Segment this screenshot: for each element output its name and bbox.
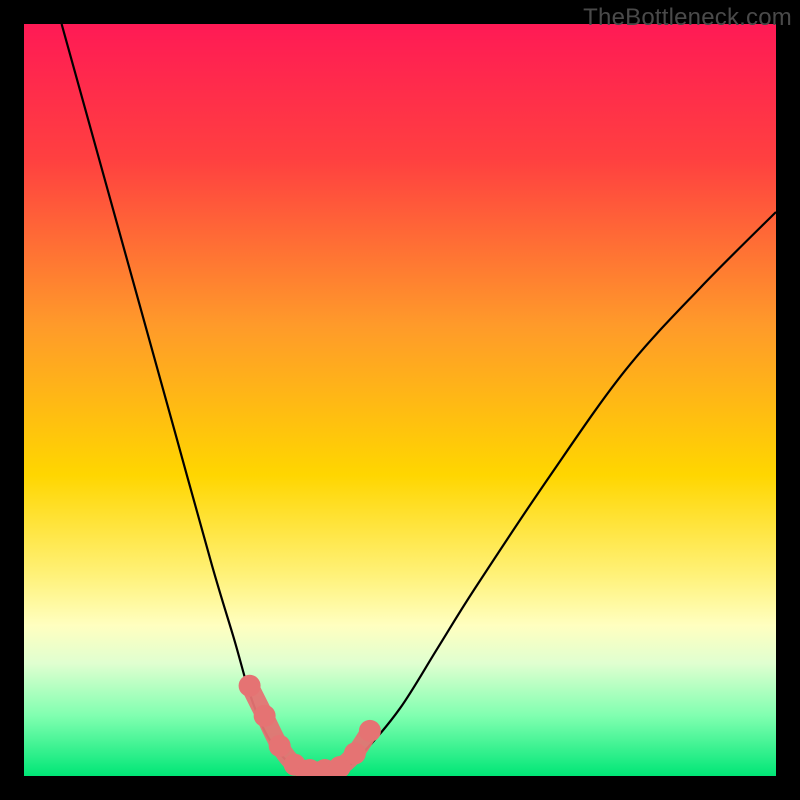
marker-dot — [269, 735, 291, 757]
marker-dot — [239, 675, 261, 697]
marker-dot — [344, 742, 366, 764]
marker-dot — [254, 705, 276, 727]
gradient-background — [24, 24, 776, 776]
bottleneck-chart — [24, 24, 776, 776]
watermark-text: TheBottleneck.com — [583, 4, 792, 32]
marker-dot — [359, 720, 381, 742]
chart-frame — [24, 24, 776, 776]
